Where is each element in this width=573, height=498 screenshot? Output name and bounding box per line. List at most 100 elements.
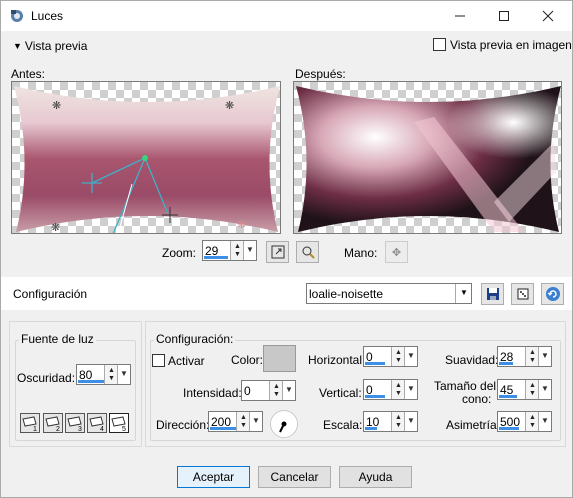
direction-dial-icon	[279, 421, 287, 433]
help-button[interactable]: Ayuda	[339, 466, 412, 488]
luces-dialog: Luces ▼ Vista previa Vista previa en ima…	[0, 0, 573, 498]
hand-button[interactable]: ✥	[385, 241, 408, 263]
intensity-spinner[interactable]: ▲ ▼	[269, 381, 282, 400]
cone-size-slider-bar[interactable]	[499, 395, 517, 398]
chevron-down-icon: ▼	[285, 385, 293, 394]
preview-toggle-label: Vista previa	[24, 39, 88, 53]
color-label: Color:	[231, 353, 264, 367]
color-swatch[interactable]	[263, 345, 296, 372]
minimize-button[interactable]	[438, 1, 482, 31]
maximize-button[interactable]	[482, 1, 526, 31]
move-arrows-icon: ✥	[391, 246, 402, 259]
direction-slider-bar[interactable]	[210, 427, 236, 430]
asymmetry-slider-bar[interactable]	[499, 427, 519, 430]
light-5-number: 5	[122, 426, 126, 432]
light-4-button[interactable]: 4	[87, 413, 107, 433]
cone-size-input[interactable]: 45 ▲ ▼ ▼	[497, 379, 552, 400]
horizontal-input[interactable]: 0 ▲ ▼ ▼	[363, 346, 418, 367]
zoom-spinner[interactable]: ▲ ▼	[230, 241, 243, 260]
light-2-number: 2	[56, 426, 60, 432]
cone-size-spinner[interactable]: ▲ ▼	[525, 380, 538, 399]
vertical-dropdown[interactable]: ▼	[404, 380, 417, 399]
asymmetry-input[interactable]: 500 ▲ ▼ ▼	[497, 411, 552, 432]
zoom-fit-button[interactable]	[266, 241, 289, 263]
zoom-slider-bar[interactable]	[204, 256, 228, 259]
preview-toggle[interactable]: ▼ Vista previa	[13, 39, 87, 53]
light-1-button[interactable]: 1	[20, 413, 40, 433]
cone-size-label: Tamaño del	[434, 379, 497, 393]
darkness-input[interactable]: 80 ▲ ▼ ▼	[76, 364, 131, 385]
reset-button[interactable]	[541, 283, 564, 305]
window-title: Luces	[31, 9, 64, 23]
before-label: Antes:	[11, 67, 46, 81]
scale-input[interactable]: 10 ▲ ▼ ▼	[363, 411, 418, 432]
svg-text:❋: ❋	[52, 100, 61, 112]
chevron-down-icon: ▼	[407, 416, 415, 425]
ok-button[interactable]: Aceptar	[177, 466, 250, 488]
chevron-down-icon: ▼	[407, 351, 415, 360]
random-preset-button[interactable]	[511, 283, 534, 305]
chevron-down-icon: ▼	[252, 416, 260, 425]
darkness-dropdown[interactable]: ▼	[117, 365, 130, 384]
zoom-input[interactable]: 29 ▲ ▼ ▼	[202, 240, 257, 261]
horizontal-slider-bar[interactable]	[365, 362, 385, 365]
hand-label: Mano:	[344, 246, 378, 260]
direction-dial[interactable]	[270, 410, 298, 438]
spotlight-icon: 2	[45, 416, 60, 433]
svg-text:❋: ❋	[51, 222, 60, 234]
vertical-spinner[interactable]: ▲ ▼	[391, 380, 404, 399]
before-preview[interactable]: ❋ ❋ ❋ ❋	[11, 81, 281, 234]
close-button[interactable]	[526, 1, 570, 31]
floppy-icon	[486, 288, 499, 300]
activate-label: Activar	[168, 354, 205, 368]
zoom-dropdown[interactable]: ▼	[243, 241, 256, 260]
horizontal-dropdown[interactable]: ▼	[404, 347, 417, 366]
softness-input[interactable]: 28 ▲ ▼ ▼	[497, 346, 552, 367]
scale-spinner[interactable]: ▲ ▼	[391, 412, 404, 431]
vertical-input[interactable]: 0 ▲ ▼ ▼	[363, 379, 418, 400]
cone-size-dropdown[interactable]: ▼	[538, 380, 551, 399]
save-preset-button[interactable]	[481, 283, 504, 305]
intensity-dropdown[interactable]: ▼	[282, 381, 295, 400]
direction-dropdown[interactable]: ▼	[249, 412, 262, 431]
chevron-down-icon: ▼	[246, 245, 254, 254]
intensity-label: Intensidad:	[183, 386, 242, 400]
config-group-label: Configuración:	[154, 332, 236, 346]
spotlight-icon: 1	[22, 416, 37, 433]
asymmetry-dropdown[interactable]: ▼	[538, 412, 551, 431]
light-2-button[interactable]: 2	[43, 413, 63, 433]
vertical-slider-bar[interactable]	[365, 395, 385, 398]
softness-slider-bar[interactable]	[499, 362, 513, 365]
softness-spinner[interactable]: ▲ ▼	[525, 347, 538, 366]
preset-dropdown-button[interactable]: ▼	[455, 284, 471, 303]
softness-dropdown[interactable]: ▼	[538, 347, 551, 366]
scale-dropdown[interactable]: ▼	[404, 412, 417, 431]
title-bar: Luces	[1, 1, 572, 31]
direction-input[interactable]: 200 ▲ ▼ ▼	[208, 411, 263, 432]
direction-label: Dirección:	[156, 418, 210, 432]
preview-on-image-checkbox[interactable]	[433, 38, 446, 51]
after-label: Después:	[295, 67, 346, 81]
magnifier-icon	[302, 246, 315, 259]
intensity-input[interactable]: 0 ▲ ▼ ▼	[241, 380, 296, 401]
darkness-spinner[interactable]: ▲ ▼	[104, 365, 117, 384]
svg-text:❋: ❋	[225, 100, 234, 112]
horizontal-label: Horizontal:	[308, 353, 366, 367]
horizontal-spinner[interactable]: ▲ ▼	[391, 347, 404, 366]
triangle-down-icon: ▼	[13, 41, 22, 51]
light-5-button[interactable]: 5	[109, 413, 129, 433]
vertical-label: Vertical:	[319, 386, 362, 400]
asymmetry-spinner[interactable]: ▲ ▼	[525, 412, 538, 431]
chevron-down-icon: ▼	[120, 369, 128, 378]
light-source-group-label: Fuente de luz	[19, 332, 96, 346]
direction-spinner[interactable]: ▲ ▼	[236, 412, 249, 431]
activate-checkbox[interactable]	[152, 354, 165, 367]
cancel-button[interactable]: Cancelar	[258, 466, 331, 488]
light-3-button[interactable]: 3	[65, 413, 85, 433]
zoom-actual-button[interactable]	[296, 241, 319, 263]
preset-select[interactable]: loalie-noisette ▼	[306, 283, 472, 304]
scale-slider-bar[interactable]	[365, 427, 377, 430]
chevron-down-icon: ▼	[407, 384, 415, 393]
softness-label: Suavidad:	[445, 353, 499, 367]
reset-icon	[545, 287, 560, 301]
